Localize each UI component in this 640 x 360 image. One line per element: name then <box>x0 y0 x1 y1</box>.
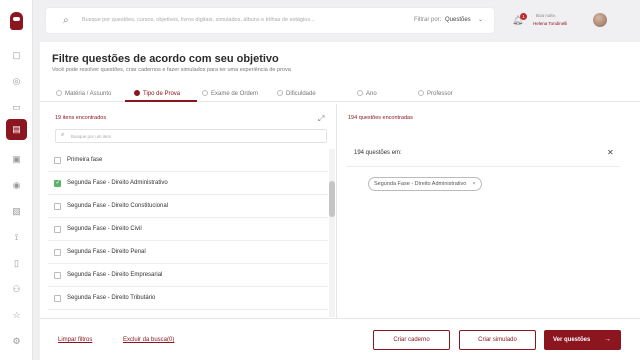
sidebar: ▢ ◎ ▭ ▤ ▣ ◉ ▧ ⟟ ▯ ⚇ ☆ ⚙ <box>0 0 33 360</box>
selection-summary: 194 questões em: ✕ <box>346 139 620 167</box>
list-item-label: Segunda Fase - Direito Civil <box>67 226 142 232</box>
search-icon[interactable]: ⌕ <box>63 15 69 26</box>
selection-summary-title: 194 questões em: <box>354 150 402 156</box>
calendar-icon[interactable]: ▣ <box>9 152 24 167</box>
list-item[interactable]: Segunda Fase - Direito Empresarial <box>48 264 328 287</box>
create-simulation-button[interactable]: Criar simulado <box>459 330 536 350</box>
notebook-icon[interactable]: ▢ <box>9 48 24 63</box>
radio-icon <box>134 90 140 96</box>
tab-tipo-de-prova[interactable]: Tipo de Prova <box>134 90 180 97</box>
list-item[interactable]: Segunda Fase - Direito Constitucional <box>48 195 328 218</box>
radio-icon <box>277 90 283 96</box>
chip-label: Segunda Fase - Direito Administrativo <box>374 181 467 187</box>
document-icon[interactable]: ▧ <box>9 204 24 219</box>
items-found-count: 19 itens encontrados <box>55 115 107 121</box>
page-title: Filtre questões de acordo com seu objeti… <box>52 53 279 65</box>
button-label: Ver questões <box>553 337 591 343</box>
expand-icon[interactable]: ⤢ <box>318 114 324 124</box>
button-label: Criar simulado <box>478 337 517 343</box>
tab-dificuldade[interactable]: Dificuldade <box>277 90 316 97</box>
tab-label: Exame de Ordem <box>211 91 259 97</box>
page-icon[interactable]: ▯ <box>9 256 24 271</box>
list-item[interactable]: Segunda Fase - Direito Tributário <box>48 287 328 310</box>
close-icon[interactable]: ✕ <box>607 148 614 157</box>
checkbox[interactable] <box>54 203 61 210</box>
active-tab-indicator <box>125 100 197 102</box>
list-scrollbar[interactable] <box>329 149 335 317</box>
create-notebook-button[interactable]: Criar caderno <box>373 330 450 350</box>
list-item-label: Primeira fase <box>67 157 103 163</box>
list-item[interactable]: Segunda Fase - Direito Penal <box>48 241 328 264</box>
avatar[interactable] <box>593 13 607 27</box>
checkbox[interactable] <box>54 226 61 233</box>
view-questions-button[interactable]: Ver questões → <box>544 330 621 350</box>
target-icon[interactable]: ◉ <box>9 178 24 193</box>
questions-found-count: 194 questões encontradas <box>348 115 413 121</box>
book-icon[interactable]: ▭ <box>9 100 24 115</box>
pin-icon[interactable]: ⟟ <box>9 230 24 245</box>
chevron-down-icon[interactable]: ⌄ <box>478 16 483 23</box>
delete-search-link[interactable]: Excluir da busca(0) <box>123 337 174 343</box>
options-panel: 19 itens encontrados ⤢ ⌕ Primeira fase Se… <box>40 104 337 318</box>
checkbox[interactable] <box>54 157 61 164</box>
list-item[interactable]: Primeira fase <box>48 149 328 172</box>
greeting-text: Boa noite, <box>536 13 557 18</box>
scrollbar-thumb[interactable] <box>329 181 335 217</box>
tab-label: Tipo de Prova <box>143 91 181 97</box>
users-icon[interactable]: ⚇ <box>9 282 24 297</box>
page-subtitle: Você pode resolver questões, criar cader… <box>52 67 291 73</box>
list-item-label: Segunda Fase - Direito Constitucional <box>67 203 169 209</box>
globe-icon[interactable]: ◎ <box>9 74 24 89</box>
tab-exame-de-ordem[interactable]: Exame de Ordem <box>202 90 258 97</box>
item-search-box: ⌕ <box>55 129 327 143</box>
options-list: Primeira fase Segunda Fase - Direito Admi… <box>48 149 328 318</box>
checkbox[interactable] <box>54 295 61 302</box>
tab-label: Dificuldade <box>286 91 316 97</box>
arrow-right-icon: → <box>604 336 611 343</box>
list-item[interactable]: Segunda Fase - Direito Civil <box>48 218 328 241</box>
list-item-label: Segunda Fase - Direito Tributário <box>67 295 156 301</box>
chip-close-icon[interactable]: × <box>472 181 475 187</box>
item-search-input[interactable] <box>71 132 271 141</box>
top-search-bar: ⌕ Filtrar por: Questões ⌄ <box>46 8 494 33</box>
selected-filter-chip[interactable]: Segunda Fase - Direito Administrativo × <box>368 177 482 191</box>
button-label: Criar caderno <box>393 337 430 343</box>
filter-label: Filtrar por: <box>414 17 442 23</box>
filter-select[interactable]: Questões <box>445 17 471 23</box>
search-icon: ⌕ <box>61 132 65 138</box>
list-item-label: Segunda Fase - Direito Penal <box>67 249 146 255</box>
brand-logo[interactable] <box>10 12 23 30</box>
action-bar: Limpar filtros Excluir da busca(0) Criar… <box>40 318 640 360</box>
notification-badge: 1 <box>520 13 527 20</box>
list-item-label: Segunda Fase - Direito Administrativo <box>67 180 168 186</box>
radio-icon <box>357 90 363 96</box>
list-item-label: Segunda Fase - Direito Empresarial <box>67 272 163 278</box>
star-icon[interactable]: ☆ <box>9 308 24 323</box>
checkbox[interactable] <box>54 272 61 279</box>
radio-icon <box>418 90 424 96</box>
radio-icon <box>56 90 62 96</box>
list-item[interactable]: Segunda Fase - Direito do Trabalho <box>48 310 328 318</box>
questions-icon[interactable]: ▤ <box>6 119 27 140</box>
radio-icon <box>202 90 208 96</box>
tab-label: Professor <box>427 91 453 97</box>
clear-filters-link[interactable]: Limpar filtros <box>58 337 92 343</box>
tab-label: Matéria / Assunto <box>65 91 112 97</box>
tab-label: Ano <box>366 91 377 97</box>
global-search-input[interactable] <box>82 13 342 27</box>
main-panel: Filtre questões de acordo com seu objeti… <box>40 42 640 360</box>
settings-icon[interactable]: ⚙ <box>9 334 24 349</box>
divider <box>346 166 620 167</box>
tab-materia-assunto[interactable]: Matéria / Assunto <box>56 90 111 97</box>
tab-professor[interactable]: Professor <box>418 90 453 97</box>
checkbox[interactable] <box>54 179 61 187</box>
user-name[interactable]: Helena Tondinelli <box>533 21 567 26</box>
list-item[interactable]: Segunda Fase - Direito Administrativo <box>48 172 328 195</box>
tab-ano[interactable]: Ano <box>357 90 377 97</box>
checkbox[interactable] <box>54 249 61 256</box>
filter-tabs: Matéria / Assunto Tipo de Prova Exame de… <box>40 86 640 102</box>
